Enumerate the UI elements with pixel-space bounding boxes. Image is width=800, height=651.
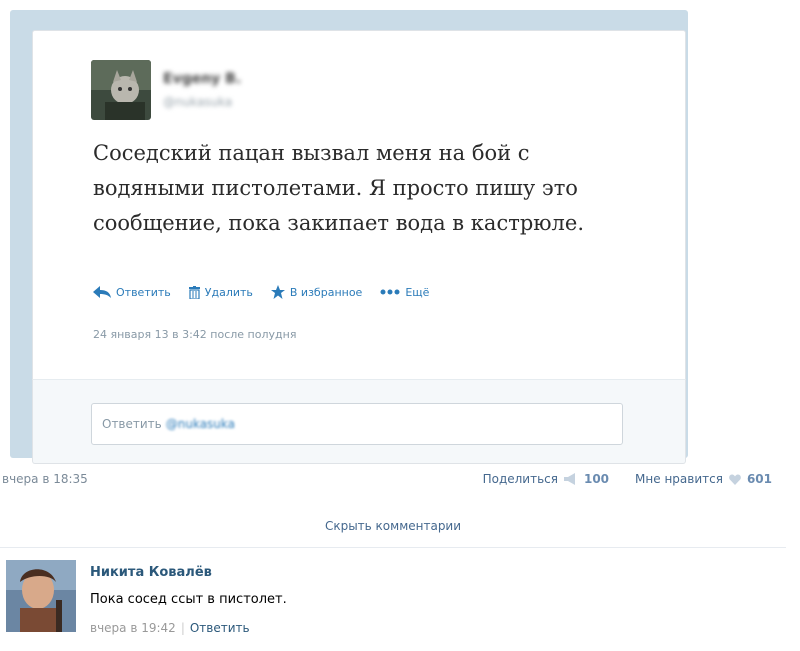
commenter-avatar[interactable]: [6, 560, 76, 632]
post-stats: Поделиться 100 Мне нравится 601: [483, 472, 772, 486]
tweet-actions: Ответить Удалить В избранное Ещё: [93, 285, 429, 299]
tweet-card: Evgeny B. @nukasuka Соседский пацан вызв…: [32, 30, 686, 380]
tweet-author-avatar[interactable]: [91, 60, 151, 120]
like-count: 601: [746, 472, 772, 486]
like-button[interactable]: Мне нравится: [635, 472, 723, 486]
reply-input[interactable]: Ответить @nukasuka: [91, 403, 623, 445]
commenter-name[interactable]: Никита Ковалёв: [90, 565, 212, 580]
tweet-author-name[interactable]: Evgeny B.: [163, 71, 241, 87]
megaphone-icon[interactable]: [563, 473, 578, 485]
tweet-date[interactable]: 24 января 13 в 3:42 после полудня: [93, 328, 296, 341]
star-icon: [270, 285, 285, 299]
post-time[interactable]: вчера в 18:35: [2, 472, 88, 486]
tweet-text: Соседский пацан вызвал меня на бой с вод…: [93, 141, 584, 235]
share-button[interactable]: Поделиться: [483, 472, 558, 486]
tweet-author-handle[interactable]: @nukasuka: [163, 95, 232, 109]
trash-icon: [188, 285, 200, 299]
heart-icon[interactable]: [729, 474, 741, 485]
more-button[interactable]: Ещё: [380, 286, 429, 299]
comments-divider: [0, 547, 786, 548]
reply-arrow-icon: [93, 286, 111, 298]
reply-button[interactable]: Ответить: [93, 286, 171, 299]
reply-area: Ответить @nukasuka: [32, 379, 686, 464]
share-count: 100: [583, 472, 610, 486]
more-dots-icon: [380, 289, 400, 295]
delete-button[interactable]: Удалить: [188, 285, 253, 299]
favorite-button[interactable]: В избранное: [270, 285, 363, 299]
comment-reply-button[interactable]: Ответить: [190, 621, 250, 635]
meta-separator: |: [180, 621, 185, 635]
more-label: Ещё: [405, 285, 430, 299]
reply-mention: @nukasuka: [165, 417, 236, 431]
reply-placeholder: Ответить: [102, 417, 162, 431]
comment-meta: вчера в 19:42 | Ответить: [90, 621, 250, 635]
hide-comments-link[interactable]: Скрыть комментарии: [0, 519, 786, 533]
reply-label: Ответить: [116, 285, 171, 299]
embedded-tweet-frame: Evgeny B. @nukasuka Соседский пацан вызв…: [10, 10, 688, 464]
delete-label: Удалить: [204, 285, 253, 299]
favorite-label: В избранное: [289, 285, 363, 299]
comment-text: Пока сосед ссыт в пистолет.: [90, 592, 287, 607]
post-footer: вчера в 18:35 Поделиться 100 Мне нравитс…: [0, 472, 800, 492]
comment-time[interactable]: вчера в 19:42: [90, 621, 176, 635]
